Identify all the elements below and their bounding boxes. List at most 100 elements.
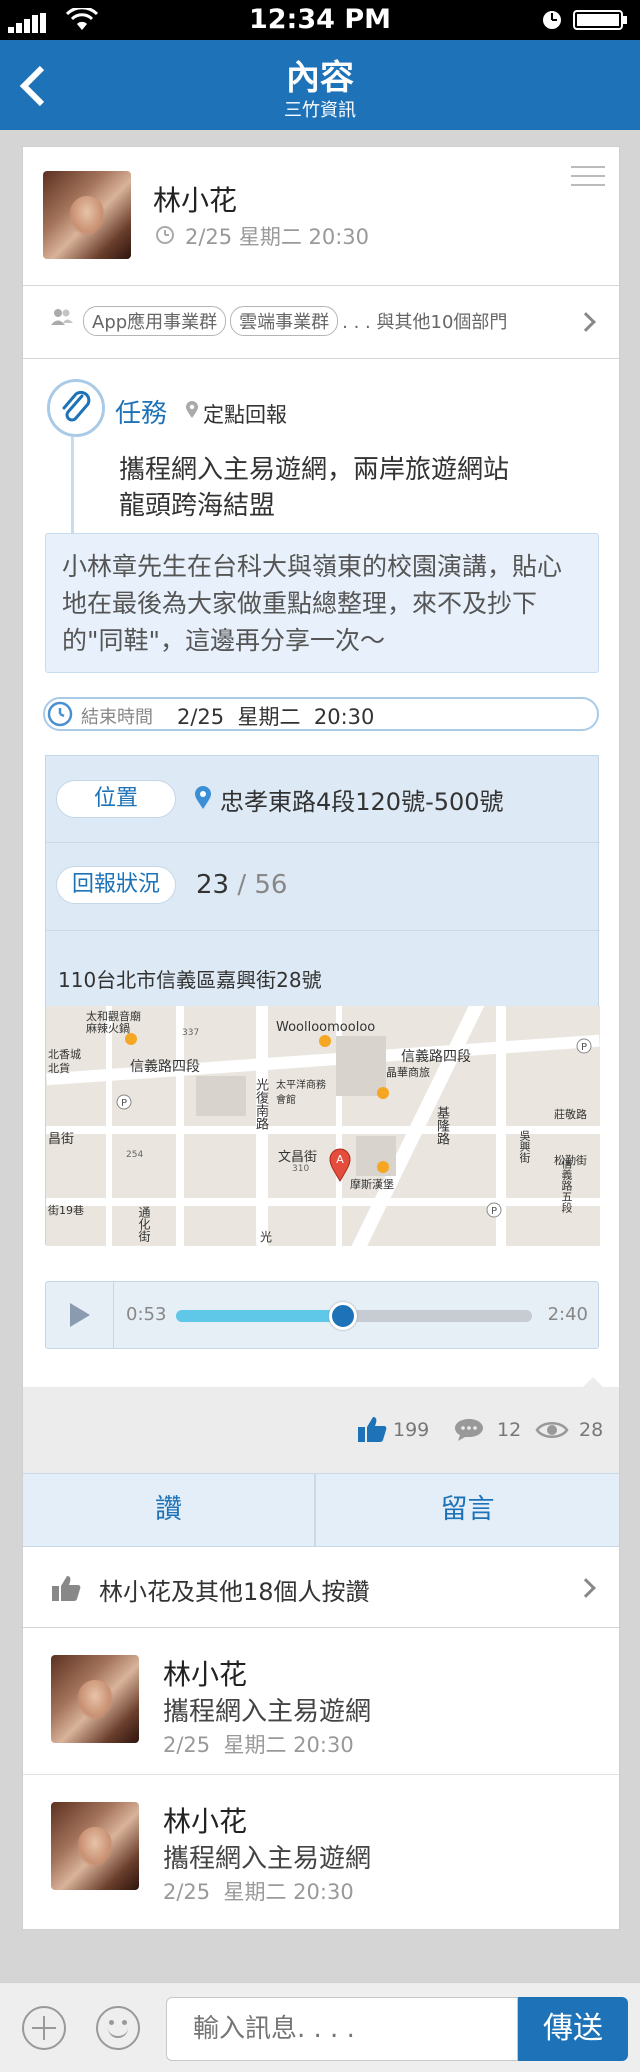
parking-icon: P: [116, 1094, 132, 1110]
map-label: 254: [126, 1150, 144, 1160]
headline-line2: 龍頭跨海結盟: [119, 491, 276, 521]
departments-more: . . . 與其他10個部門: [342, 312, 508, 333]
likers-summary-text: 林小花及其他18個人按讚: [99, 1578, 370, 1606]
history-icon: [47, 701, 73, 727]
commenter-avatar[interactable]: [51, 1802, 139, 1890]
location-value[interactable]: 忠孝東路4段120號-500號: [220, 782, 504, 817]
likers-summary-row[interactable]: 林小花及其他18個人按讚: [23, 1548, 619, 1628]
map-label: 太平洋商務會館: [276, 1080, 326, 1106]
svg-text:P: P: [491, 1206, 497, 1217]
add-icon[interactable]: [22, 2006, 66, 2050]
address: 110台北市信義區嘉興街28號: [58, 968, 322, 992]
end-time-bar: 結束時間 2/25 星期二 20:30: [43, 697, 599, 731]
thumb-up-icon: [358, 1417, 387, 1442]
like-button[interactable]: 讚: [23, 1474, 314, 1546]
menu-icon[interactable]: [571, 165, 605, 187]
eye-icon: [535, 1422, 569, 1438]
commenter-name[interactable]: 林小花: [163, 1653, 247, 1693]
report-status-pill: 回報狀況: [56, 866, 176, 904]
location-pill: 位置: [56, 780, 176, 818]
map-view[interactable]: 太和觀音廟 麻辣火鍋 Woolloomooloo 信義路四段 信義路四段 晶華商…: [46, 1006, 600, 1246]
message-input[interactable]: [166, 1997, 518, 2061]
map-label: 街19巷: [48, 1204, 84, 1217]
page-title: 內容: [286, 58, 354, 98]
status-bar: 12:34 PM: [0, 0, 640, 40]
end-time-label: 結束時間: [81, 707, 153, 728]
task-info-box: 位置 忠孝東路4段120號-500號 回報狀況 23 / 56 110台北市信義…: [45, 755, 600, 1246]
report-total: 56: [254, 870, 288, 900]
map-label: 北貨: [48, 1062, 70, 1075]
end-time-value: 2/25 星期二 20:30: [177, 705, 375, 729]
action-buttons: 讚 留言: [23, 1473, 619, 1547]
play-icon: [70, 1303, 90, 1327]
map-label: 基隆路: [434, 1106, 449, 1145]
clock-icon: [156, 226, 174, 244]
svg-text:P: P: [121, 1098, 127, 1109]
map-label: 通化街: [137, 1206, 151, 1242]
comment-time: 2/25 星期二 20:30: [163, 1880, 354, 1904]
svg-text:A: A: [336, 1153, 344, 1166]
chevron-right-icon: [576, 312, 596, 332]
map-label: 337: [182, 1028, 200, 1038]
like-count: 199: [393, 1419, 430, 1441]
audio-total-time: 2:40: [547, 1304, 588, 1325]
map-label: 文昌街: [278, 1150, 318, 1165]
comment-item: 林小花 攜程網入主易遊網 2/25 星期二 20:30: [23, 1776, 619, 1922]
battery-icon: [543, 10, 627, 30]
comment-button[interactable]: 留言: [316, 1474, 619, 1546]
report-done: 23: [196, 870, 230, 900]
audio-progress-fill: [176, 1310, 344, 1322]
task-type: 定點回報: [203, 403, 287, 427]
emoji-icon[interactable]: [96, 2006, 140, 2050]
stats-pointer: [583, 1377, 603, 1387]
map-label: 310: [292, 1164, 310, 1174]
divider: [46, 842, 600, 843]
comment-count: 12: [497, 1419, 522, 1441]
attachment-icon: [47, 379, 105, 437]
map-label: 晶華商旅: [386, 1066, 430, 1079]
post-time: 2/25 星期二 20:30: [185, 225, 370, 249]
map-label: 光: [260, 1230, 273, 1244]
comment-icon: [455, 1419, 483, 1441]
divider: [23, 358, 619, 359]
divider: [46, 930, 600, 931]
author-name[interactable]: 林小花: [153, 179, 237, 219]
parking-icon: P: [576, 1038, 592, 1054]
poi-marker-icon: [377, 1087, 389, 1099]
headline-line1: 攜程網入主易遊網，兩岸旅遊網站: [119, 455, 510, 485]
map-pin-icon: [195, 786, 211, 809]
poi-marker-icon: [319, 1035, 331, 1047]
play-button[interactable]: [46, 1282, 114, 1348]
map-label: 信義路四段: [130, 1059, 200, 1075]
nav-bar: 內容 三竹資訊: [0, 40, 640, 130]
department-tag[interactable]: 雲端事業群: [230, 306, 339, 336]
view-count: 28: [579, 1419, 604, 1441]
chevron-right-icon: [576, 1578, 596, 1598]
author-avatar[interactable]: [43, 171, 131, 259]
group-icon: [51, 309, 73, 325]
department-tag[interactable]: App應用事業群: [83, 306, 227, 336]
audio-progress-knob[interactable]: [329, 1302, 358, 1330]
report-count: 23 / 56: [196, 870, 287, 900]
commenter-name[interactable]: 林小花: [163, 1800, 247, 1840]
timeline-line: [71, 437, 74, 537]
comment-item: 林小花 攜程網入主易遊網 2/25 星期二 20:30: [23, 1629, 619, 1775]
page-subtitle: 三竹資訊: [284, 100, 356, 121]
map-label: 吳興街: [518, 1130, 531, 1163]
thumb-up-icon: [52, 1576, 81, 1601]
send-button[interactable]: 傳送: [518, 1997, 628, 2061]
map-label: 昌街: [48, 1132, 75, 1147]
poi-marker-icon: [377, 1161, 389, 1173]
comment-text: 攜程網入主易遊網: [163, 1844, 372, 1874]
stats-bar: 199 12 28: [23, 1377, 619, 1473]
map-label: 信義路四段: [401, 1049, 471, 1065]
post-body: 小林章先生在台科大與嶺東的校園演講，貼心地在最後為大家做重點總整理，來不及抄下的…: [45, 533, 599, 673]
task-label: 任務: [115, 399, 168, 429]
departments-row[interactable]: App應用事業群 雲端事業群. . . 與其他10個部門: [23, 286, 619, 358]
map-label: 松勤街: [554, 1154, 587, 1167]
commenter-avatar[interactable]: [51, 1655, 139, 1743]
composer-bar: 傳送: [0, 1982, 640, 2072]
map-building: [196, 1076, 246, 1116]
map-label: 光復南路: [253, 1078, 268, 1130]
audio-progress-track[interactable]: [176, 1302, 532, 1330]
